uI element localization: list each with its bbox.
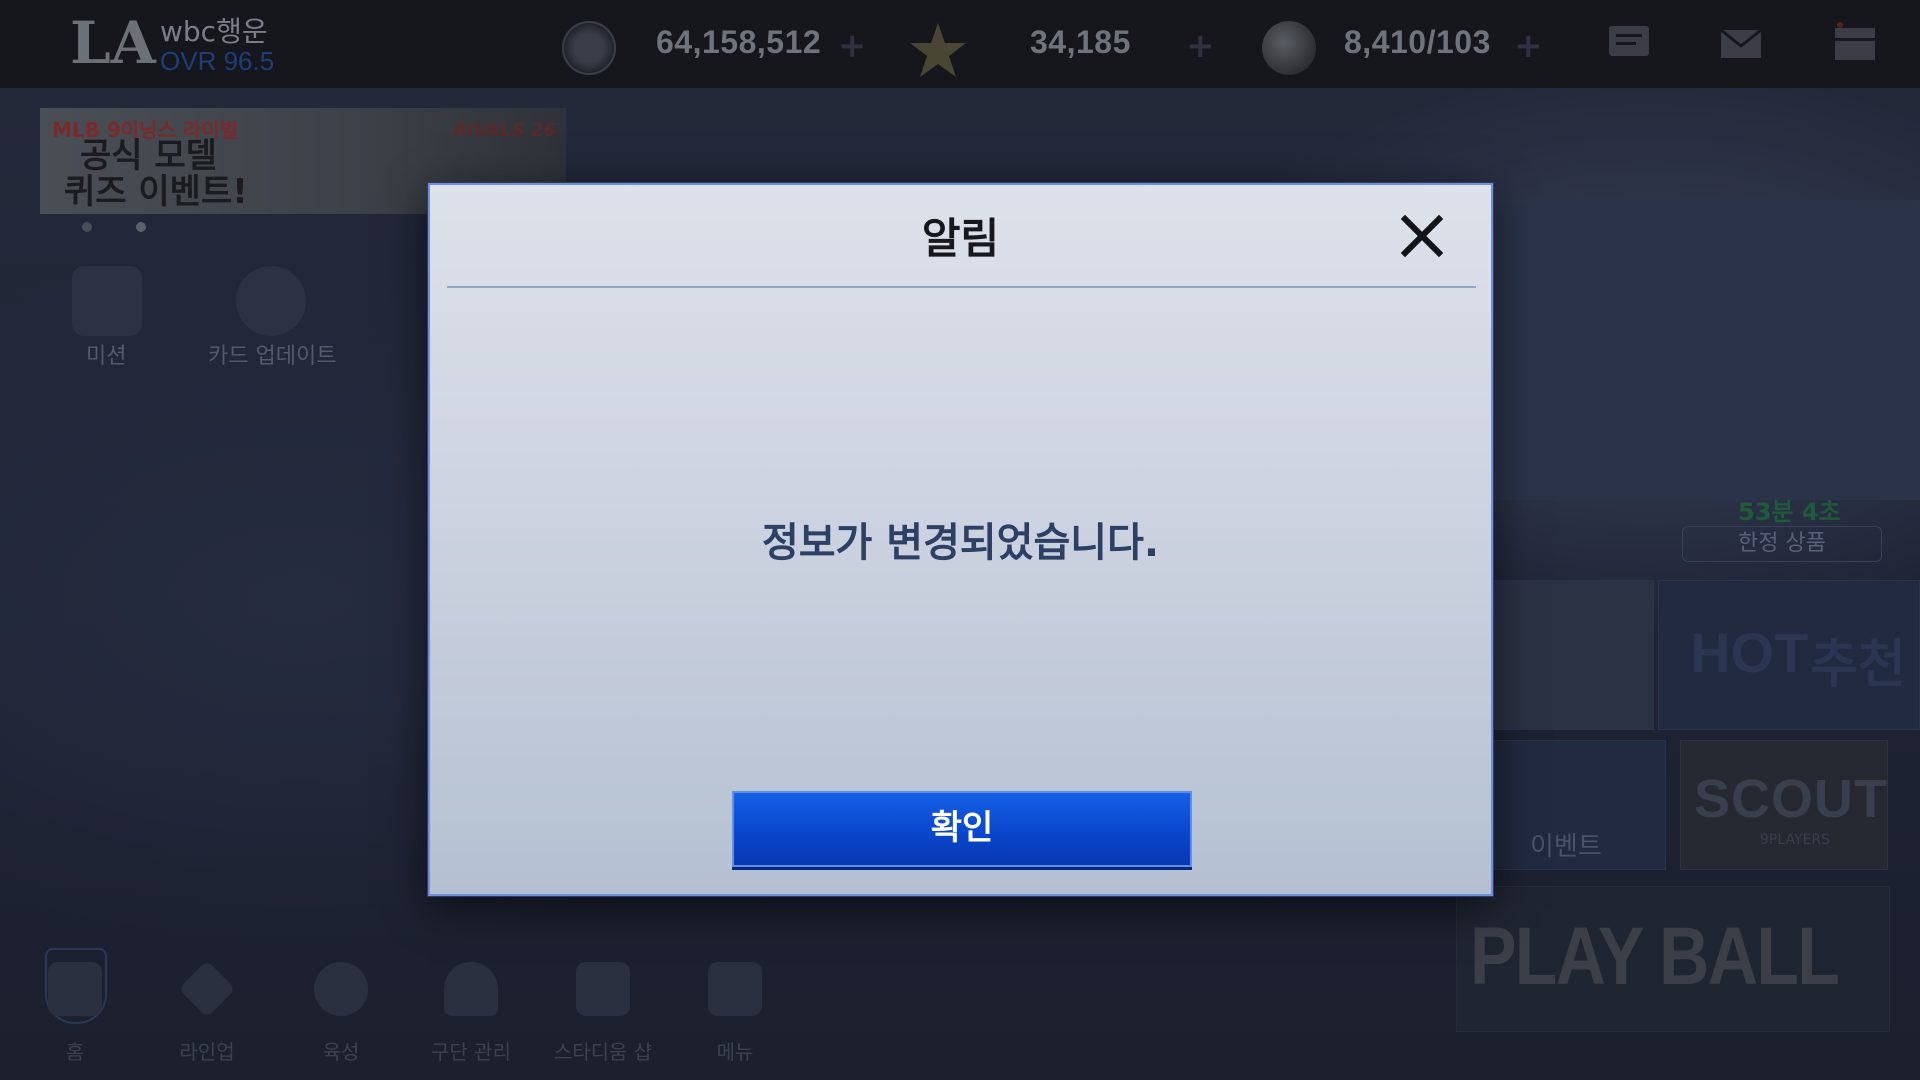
nav-team-management[interactable]: 구단 관리 xyxy=(416,962,526,1072)
banner-page-dot[interactable] xyxy=(82,222,92,232)
mail-icon[interactable] xyxy=(1718,22,1764,64)
dialog-divider xyxy=(447,286,1476,288)
mission-label: 미션 xyxy=(86,344,127,369)
nav-home[interactable]: 홈 xyxy=(20,962,130,1072)
dialog-message: 정보가 변경되었습니다. xyxy=(761,520,1160,566)
chat-icon[interactable] xyxy=(1606,22,1652,64)
nav-menu-label: 메뉴 xyxy=(716,1040,754,1064)
banner-title-line1: 공식 모델 xyxy=(80,136,217,176)
nav-stadium-shop-label: 스타디움 샵 xyxy=(553,1040,653,1064)
helmet-icon xyxy=(314,962,368,1016)
stars-add-button[interactable]: + xyxy=(1186,26,1215,66)
recommend-label: 추천 xyxy=(1810,635,1906,695)
star-icon xyxy=(908,21,966,77)
scout-sublabel: 9PLAYERS xyxy=(1760,832,1830,848)
nav-team-management-label: 구단 관리 xyxy=(431,1040,511,1064)
grid-menu-icon xyxy=(708,962,762,1016)
hot-label: HOT xyxy=(1690,621,1809,684)
balls-value: 8,410/103 xyxy=(1344,24,1491,60)
card-update-label: 카드 업데이트 xyxy=(208,344,337,369)
mission-icon[interactable] xyxy=(72,266,142,336)
limited-timer: 53분 4초 xyxy=(1738,498,1841,526)
scout-label: SCOUT xyxy=(1694,769,1888,829)
username: wbc행운 xyxy=(160,15,268,48)
nav-menu[interactable]: 메뉴 xyxy=(680,962,790,1072)
top-bar: LA wbc행운 OVR 96.5 64,158,512 + 34,185 + … xyxy=(0,0,1920,88)
nav-home-label: 홈 xyxy=(65,1040,85,1064)
points-icon xyxy=(562,21,616,75)
nav-lineup-label: 라인업 xyxy=(179,1040,235,1064)
banner-brand: RIVALS 26 xyxy=(453,120,556,141)
confirm-button[interactable]: 확인 xyxy=(732,791,1192,867)
alert-dialog: 알림 정보가 변경되었습니다. 확인 xyxy=(428,183,1493,896)
points-value: 64,158,512 xyxy=(656,24,822,60)
points-add-button[interactable]: + xyxy=(838,26,867,66)
inbox-icon[interactable] xyxy=(1832,22,1878,64)
team-ovr: OVR 96.5 xyxy=(160,46,275,76)
event-label: 이벤트 xyxy=(1530,832,1602,862)
close-icon[interactable] xyxy=(1397,211,1447,261)
play-ball-label: PLAY BALL xyxy=(1470,911,1840,1002)
nav-training-label: 육성 xyxy=(322,1040,360,1064)
banner-page-dot-active[interactable] xyxy=(136,222,146,232)
limited-product-button[interactable]: 한정 상품 xyxy=(1682,526,1882,562)
banner-title-line2: 퀴즈 이벤트! xyxy=(64,172,248,212)
player-card-tile[interactable] xyxy=(1494,580,1654,730)
baseball-icon xyxy=(1262,21,1316,75)
manager-icon xyxy=(444,962,498,1016)
team-logo: LA xyxy=(70,9,156,77)
stars-value: 34,185 xyxy=(1030,24,1131,60)
shop-promo-panel[interactable] xyxy=(1494,200,1920,500)
nav-lineup[interactable]: 라인업 xyxy=(152,960,262,1072)
cart-icon xyxy=(576,962,630,1016)
balls-add-button[interactable]: + xyxy=(1514,26,1543,66)
nav-stadium-shop[interactable]: 스타디움 샵 xyxy=(548,962,658,1072)
home-icon xyxy=(48,962,102,1016)
nav-training[interactable]: 육성 xyxy=(286,962,396,1072)
diamond-icon xyxy=(178,960,236,1018)
dialog-title: 알림 xyxy=(921,214,1000,263)
card-update-icon[interactable] xyxy=(236,266,306,336)
